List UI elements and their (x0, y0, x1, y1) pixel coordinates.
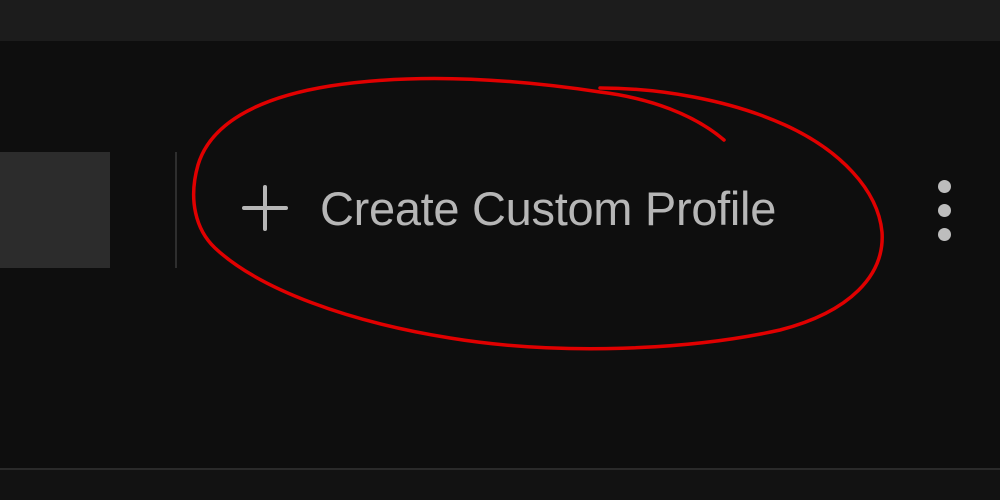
create-custom-profile-button[interactable]: Create Custom Profile (240, 170, 776, 246)
bottom-bar (0, 470, 1000, 500)
kebab-dot (938, 204, 951, 217)
kebab-dot (938, 180, 951, 193)
top-bar (0, 0, 1000, 41)
kebab-dot (938, 228, 951, 241)
more-options-icon[interactable] (930, 178, 960, 242)
red-circle-annotation (191, 76, 884, 351)
selected-profile-tab[interactable] (0, 152, 110, 268)
app-screen: Create Custom Profile (0, 0, 1000, 500)
create-custom-profile-label: Create Custom Profile (320, 181, 777, 235)
plus-icon (242, 185, 288, 231)
toolbar-divider (175, 152, 177, 268)
